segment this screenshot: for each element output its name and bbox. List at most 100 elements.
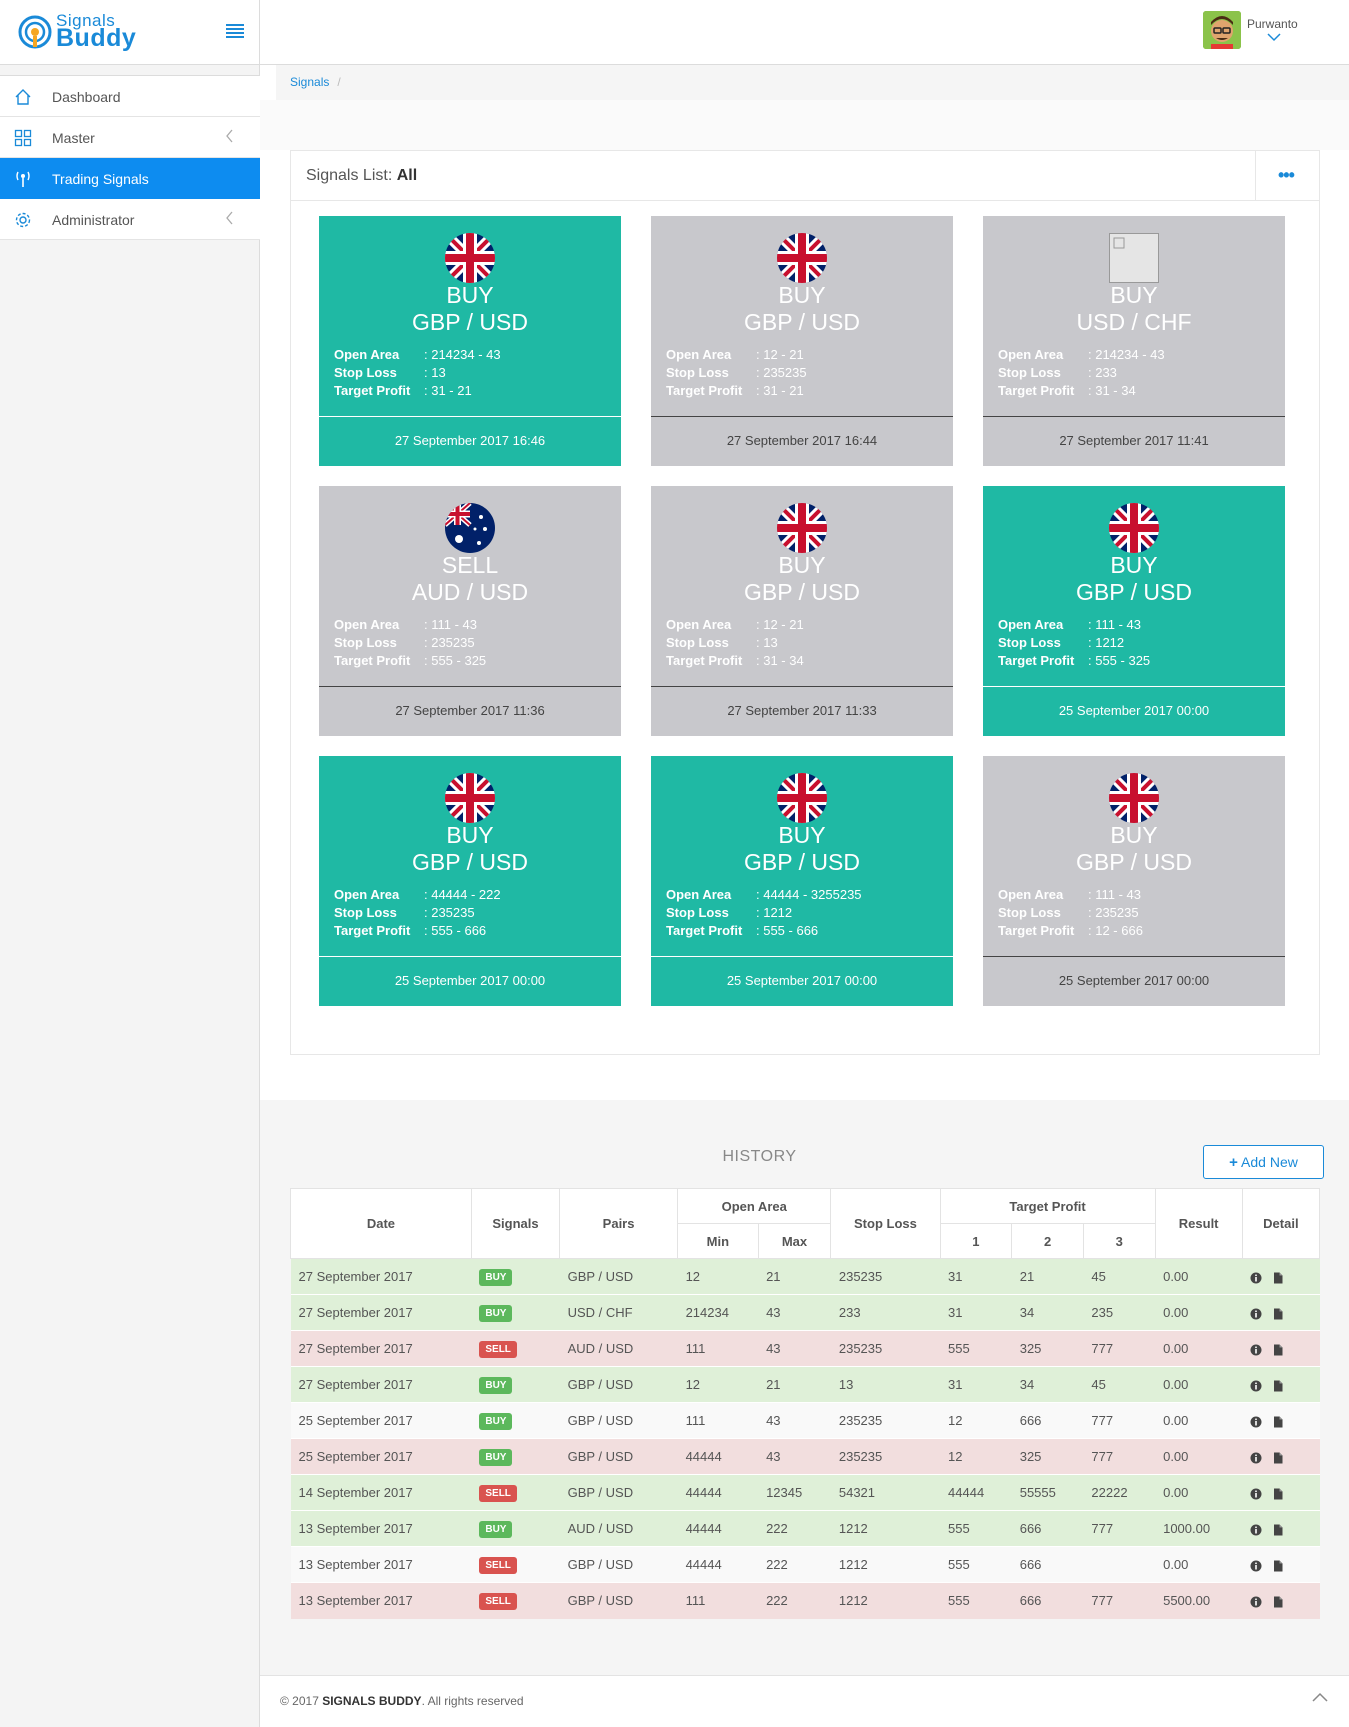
signal-card[interactable]: BUY GBP / USD Open Area: 12 - 21 Stop Loss:… <box>651 486 953 736</box>
document-icon[interactable] <box>1272 1380 1284 1392</box>
signal-pair: GBP / USD <box>412 849 528 875</box>
cell-date: 13 September 2017 <box>290 1510 472 1547</box>
signal-date: 27 September 2017 16:44 <box>651 416 953 466</box>
col-stop-loss[interactable]: Stop Loss <box>830 1188 941 1259</box>
cell-target-3: 45 <box>1083 1258 1156 1295</box>
document-icon[interactable] <box>1272 1560 1284 1572</box>
signal-card[interactable]: BUY USD / CHF Open Area: 214234 - 43 Stop L… <box>983 216 1285 466</box>
document-icon[interactable] <box>1272 1452 1284 1464</box>
target-profit-value: : 31 - 34 <box>756 653 804 668</box>
logo-text: Signals Buddy <box>56 12 136 51</box>
info-icon[interactable] <box>1250 1560 1262 1572</box>
sidebar-item-administrator[interactable]: Administrator <box>0 199 260 240</box>
panel-title-filter: All <box>396 167 418 184</box>
info-icon[interactable] <box>1250 1272 1262 1284</box>
signal-direction: BUY <box>778 822 826 848</box>
cell-date: 25 September 2017 <box>290 1438 472 1475</box>
target-profit-label: Target Profit <box>998 383 1075 398</box>
col-pairs[interactable]: Pairs <box>559 1188 679 1259</box>
info-icon[interactable] <box>1250 1416 1262 1428</box>
target-profit-label: Target Profit <box>666 923 743 938</box>
col-open-min[interactable]: Min <box>677 1223 759 1259</box>
uk-flag-icon <box>1109 773 1159 823</box>
col-result[interactable]: Result <box>1154 1188 1243 1259</box>
cell-target-2: 34 <box>1011 1366 1084 1403</box>
sidebar-item-label: Dashboard <box>52 89 121 105</box>
cell-pair: GBP / USD <box>559 1474 678 1511</box>
col-target-2[interactable]: 2 <box>1011 1223 1084 1259</box>
cell-target-3: 235 <box>1083 1294 1156 1331</box>
user-menu[interactable]: Purwanto <box>1203 11 1333 51</box>
signal-card[interactable]: BUY GBP / USD Open Area: 111 - 43 Stop Loss… <box>983 486 1285 736</box>
table-row: 27 September 2017 SELL AUD / USD 111 43 23523… <box>290 1330 1320 1367</box>
table-row: 14 September 2017 SELL GBP / USD 44444 12345… <box>290 1474 1320 1511</box>
cell-open-max: 21 <box>758 1366 831 1403</box>
info-icon[interactable] <box>1250 1308 1262 1320</box>
cell-target-3: 777 <box>1083 1330 1156 1367</box>
cell-stop-loss: 13 <box>830 1366 941 1403</box>
signal-card[interactable]: BUY GBP / USD Open Area: 111 - 43 Stop Loss… <box>983 756 1285 1006</box>
col-date[interactable]: Date <box>290 1188 472 1259</box>
open-area-label: Open Area <box>334 887 400 902</box>
signal-badge: BUY <box>479 1376 513 1394</box>
uk-flag-icon <box>777 773 827 823</box>
logo[interactable]: Signals Buddy <box>0 0 260 65</box>
info-icon[interactable] <box>1250 1524 1262 1536</box>
history-title: HISTORY <box>722 1148 797 1165</box>
sidebar-item-master[interactable]: Master <box>0 117 260 158</box>
table-row: 27 September 2017 BUY GBP / USD 12 21 235235 3… <box>290 1258 1320 1295</box>
cell-target-3: 777 <box>1083 1438 1156 1475</box>
signal-card[interactable]: BUY GBP / USD Open Area: 214234 - 43 Stop L… <box>319 216 621 466</box>
info-icon[interactable] <box>1250 1380 1262 1392</box>
col-target-1[interactable]: 1 <box>939 1223 1013 1259</box>
signal-card[interactable]: SELL AUD / USD Open Area: 111 - 43 Stop Los… <box>319 486 621 736</box>
sidebar-item-dashboard[interactable]: Dashboard <box>0 76 260 117</box>
info-icon[interactable] <box>1250 1596 1262 1608</box>
more-options-button[interactable]: ••• <box>1255 151 1319 200</box>
add-new-label: Add New <box>1241 1154 1298 1170</box>
uk-flag-icon <box>777 233 827 283</box>
signal-details: Open Area: 44444 - 222 Stop Loss: 235235 T… <box>334 886 501 940</box>
breadcrumb-signals-link[interactable]: Signals <box>290 75 329 89</box>
sidebar-item-trading-signals[interactable]: Trading Signals <box>0 158 260 199</box>
col-open-max[interactable]: Max <box>757 1223 832 1259</box>
document-icon[interactable] <box>1272 1344 1284 1356</box>
document-icon[interactable] <box>1272 1596 1284 1608</box>
document-icon[interactable] <box>1272 1308 1284 1320</box>
info-icon[interactable] <box>1250 1488 1262 1500</box>
add-new-button[interactable]: + Add New <box>1203 1145 1324 1179</box>
cell-target-2: 325 <box>1011 1330 1084 1367</box>
signal-details: Open Area: 111 - 43 Stop Loss: 235235 Targ… <box>998 886 1143 940</box>
cell-target-1: 555 <box>940 1546 1012 1583</box>
document-icon[interactable] <box>1272 1272 1284 1284</box>
chevron-up-icon[interactable] <box>1312 1692 1328 1702</box>
signal-card[interactable]: BUY GBP / USD Open Area: 44444 - 222 Stop L… <box>319 756 621 1006</box>
target-profit-value: : 555 - 325 <box>1088 653 1151 668</box>
info-icon[interactable] <box>1250 1452 1262 1464</box>
cell-open-min: 111 <box>677 1402 759 1439</box>
copyright-prefix: © 2017 <box>280 1694 319 1708</box>
document-icon[interactable] <box>1272 1524 1284 1536</box>
col-signals[interactable]: Signals <box>470 1188 561 1259</box>
cell-result: 0.00 <box>1155 1330 1243 1367</box>
target-profit-value: : 31 - 21 <box>756 383 804 398</box>
cell-pair: AUD / USD <box>559 1510 678 1547</box>
info-icon[interactable] <box>1250 1344 1262 1356</box>
signal-date: 27 September 2017 11:36 <box>319 686 621 736</box>
cell-open-min: 44444 <box>677 1474 759 1511</box>
cell-pair: GBP / USD <box>559 1402 678 1439</box>
document-icon[interactable] <box>1272 1416 1284 1428</box>
signal-card[interactable]: BUY GBP / USD Open Area: 44444 - 3255235 St… <box>651 756 953 1006</box>
stop-loss-label: Stop Loss <box>334 905 397 920</box>
signal-card[interactable]: BUY GBP / USD Open Area: 12 - 21 Stop Loss:… <box>651 216 953 466</box>
col-target-3[interactable]: 3 <box>1082 1223 1156 1259</box>
menu-toggle-icon[interactable] <box>226 24 244 38</box>
main-content: Signals / Signals List: All ••• BUY GBP / … <box>260 65 1349 1727</box>
document-icon[interactable] <box>1272 1488 1284 1500</box>
col-detail: Detail <box>1241 1188 1321 1259</box>
signal-badge: BUY <box>479 1520 513 1538</box>
target-profit-value: : 12 - 666 <box>1088 923 1143 938</box>
sidebar-item-label: Trading Signals <box>52 171 149 187</box>
target-profit-value: : 31 - 21 <box>424 383 472 398</box>
signal-direction: SELL <box>441 552 499 578</box>
